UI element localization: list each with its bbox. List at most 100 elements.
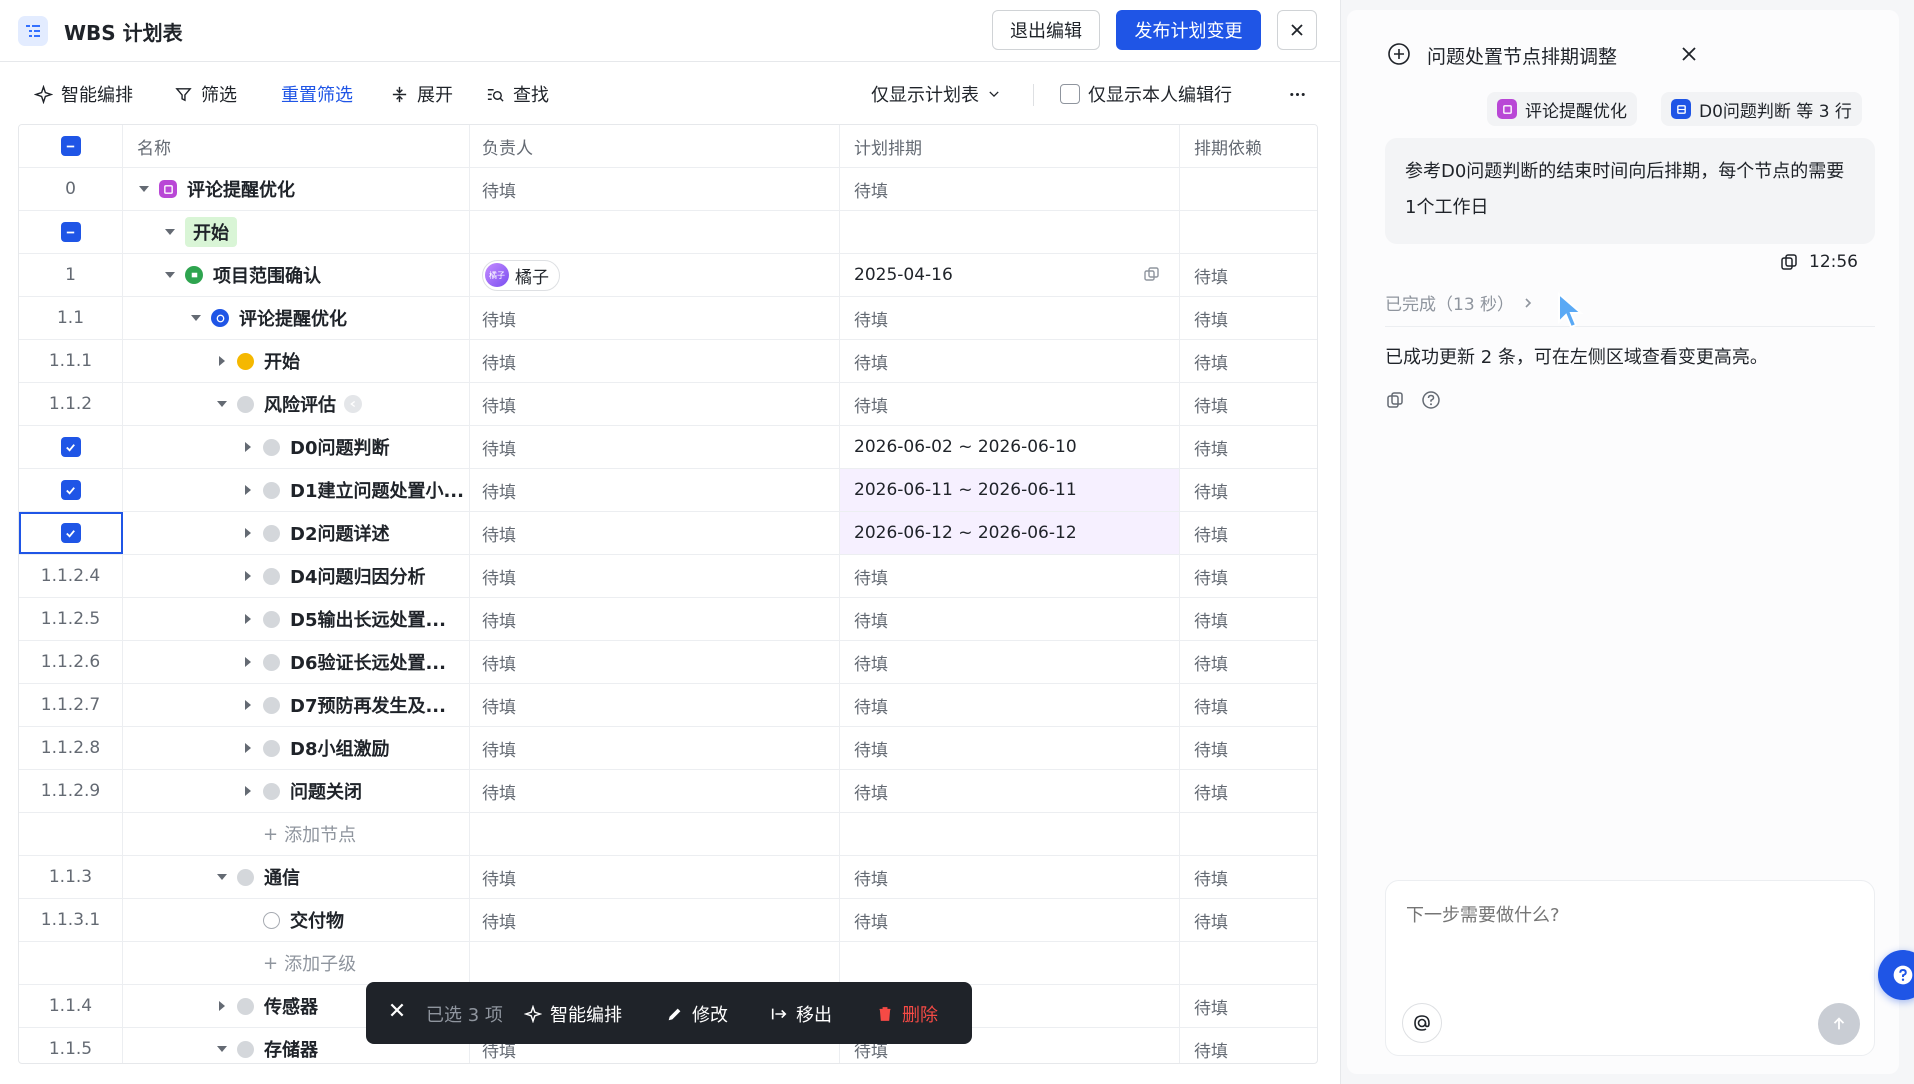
row-plan-changed[interactable]: 2026-06-12 ~ 2026-06-12 xyxy=(840,512,1180,554)
row-dependency[interactable]: 待填 xyxy=(1180,899,1317,941)
row-name-cell[interactable]: D0问题判断 xyxy=(123,426,470,468)
help-icon[interactable] xyxy=(1421,390,1441,410)
row-name-cell[interactable]: D2问题详述 xyxy=(123,512,470,554)
table-row[interactable]: 1.1.1 开始 待填 待填 待填 xyxy=(19,340,1317,383)
table-row[interactable]: 1.1.2.5 D5输出长远处置... 待填 待填 待填 xyxy=(19,598,1317,641)
row-select-cell[interactable] xyxy=(19,426,123,468)
row-dependency[interactable]: 待填 xyxy=(1180,770,1317,812)
row-checkbox-checked[interactable] xyxy=(60,480,81,500)
row-name-cell[interactable]: 风险评估 xyxy=(123,383,470,425)
row-owner[interactable]: 待填 xyxy=(470,856,840,898)
row-dependency[interactable]: 待填 xyxy=(1180,684,1317,726)
caret-right-icon[interactable] xyxy=(241,698,255,712)
table-row[interactable]: 1.1.2.7 D7预防再发生及... 待填 待填 待填 xyxy=(19,684,1317,727)
more-button[interactable] xyxy=(1288,82,1307,106)
select-all-checkbox[interactable] xyxy=(60,136,81,156)
table-row[interactable]: 开始 xyxy=(19,211,1317,254)
send-button[interactable] xyxy=(1818,1003,1860,1045)
row-plan[interactable]: 2025-04-16 xyxy=(840,254,1180,296)
row-name-cell[interactable]: D4问题归因分析 xyxy=(123,555,470,597)
row-name-cell[interactable]: D8小组激励 xyxy=(123,727,470,769)
row-partial-checkbox[interactable] xyxy=(60,222,81,242)
row-select-cell[interactable] xyxy=(19,512,123,554)
column-header-plan[interactable]: 计划排期 xyxy=(840,125,1180,167)
row-dependency[interactable]: 待填 xyxy=(1180,555,1317,597)
close-icon[interactable] xyxy=(1679,44,1699,64)
row-select-cell[interactable] xyxy=(19,469,123,511)
context-chip-project[interactable]: 评论提醒优化 xyxy=(1487,92,1637,126)
row-owner[interactable]: 待填 xyxy=(470,770,840,812)
row-owner[interactable]: 待填 xyxy=(470,512,840,554)
row-plan[interactable]: 待填 xyxy=(840,856,1180,898)
close-button[interactable] xyxy=(1277,10,1317,50)
column-header-dependency[interactable]: 排期依赖 xyxy=(1180,125,1317,167)
row-plan[interactable]: 待填 xyxy=(840,168,1180,210)
add-node-button[interactable]: + 添加节点 xyxy=(123,813,470,855)
add-child-button[interactable]: + 添加子级 xyxy=(123,942,470,984)
table-row[interactable]: 1 项目范围确认 橘子 橘子 2025-04-16 待填 xyxy=(19,254,1317,297)
publish-plan-change-button[interactable]: 发布计划变更 xyxy=(1116,10,1261,50)
row-plan[interactable]: 待填 xyxy=(840,727,1180,769)
caret-right-icon[interactable] xyxy=(241,612,255,626)
row-name-cell[interactable]: 问题关闭 xyxy=(123,770,470,812)
find-button[interactable]: 查找 xyxy=(486,82,549,106)
only-mine-checkbox[interactable] xyxy=(1060,84,1080,104)
new-chat-icon[interactable] xyxy=(1387,42,1411,66)
caret-right-icon[interactable] xyxy=(241,526,255,540)
caret-down-icon[interactable] xyxy=(215,397,229,411)
row-select-cell[interactable] xyxy=(19,211,123,253)
row-dependency[interactable]: 待填 xyxy=(1180,297,1317,339)
column-header-owner[interactable]: 负责人 xyxy=(470,125,840,167)
row-dependency[interactable]: 待填 xyxy=(1180,383,1317,425)
context-chip-rows[interactable]: D0问题判断 等 3 行 xyxy=(1661,92,1862,126)
caret-down-icon[interactable] xyxy=(163,225,177,239)
batch-move-out-button[interactable]: 移出 xyxy=(770,1001,832,1027)
chat-input-box[interactable] xyxy=(1385,880,1875,1056)
caret-down-icon[interactable] xyxy=(189,311,203,325)
row-dependency[interactable]: 待填 xyxy=(1180,340,1317,382)
copy-icon[interactable] xyxy=(1779,252,1799,272)
caret-down-icon[interactable] xyxy=(137,182,151,196)
owner-chip[interactable]: 橘子 橘子 xyxy=(482,259,560,291)
row-owner[interactable]: 待填 xyxy=(470,598,840,640)
row-owner[interactable]: 待填 xyxy=(470,684,840,726)
row-owner[interactable] xyxy=(470,211,840,253)
link-icon[interactable] xyxy=(344,395,362,413)
caret-right-icon[interactable] xyxy=(241,569,255,583)
row-plan[interactable]: 待填 xyxy=(840,899,1180,941)
row-plan[interactable]: 待填 xyxy=(840,383,1180,425)
table-row[interactable]: 1.1.3 通信 待填 待填 待填 xyxy=(19,856,1317,899)
row-dependency[interactable] xyxy=(1180,211,1317,253)
row-dependency[interactable]: 待填 xyxy=(1180,727,1317,769)
row-plan[interactable]: 待填 xyxy=(840,297,1180,339)
row-dependency[interactable]: 待填 xyxy=(1180,1028,1317,1063)
row-owner[interactable]: 待填 xyxy=(470,641,840,683)
chat-input[interactable] xyxy=(1406,905,1846,926)
table-row[interactable]: 1.1 评论提醒优化 待填 待填 待填 xyxy=(19,297,1317,340)
row-dependency[interactable]: 待填 xyxy=(1180,426,1317,468)
row-plan[interactable] xyxy=(840,211,1180,253)
mention-button[interactable] xyxy=(1402,1003,1442,1043)
copy-icon[interactable] xyxy=(1385,390,1405,410)
batch-smart-schedule-button[interactable]: 智能编排 xyxy=(524,1001,622,1027)
row-checkbox-checked[interactable] xyxy=(60,437,81,457)
row-plan[interactable]: 2026-06-02 ~ 2026-06-10 xyxy=(840,426,1180,468)
row-dependency[interactable]: 待填 xyxy=(1180,985,1317,1027)
row-name-cell[interactable]: D1建立问题处置小... xyxy=(123,469,470,511)
view-select[interactable]: 仅显示计划表 xyxy=(871,82,1001,106)
select-all-cell[interactable] xyxy=(19,125,123,167)
caret-right-icon[interactable] xyxy=(241,741,255,755)
table-row[interactable]: 1.1.2.9 问题关闭 待填 待填 待填 xyxy=(19,770,1317,813)
reset-filter-button[interactable]: 重置筛选 xyxy=(281,82,353,106)
add-child-link[interactable]: + 添加子级 xyxy=(263,950,356,976)
table-row[interactable]: 1.1.2.6 D6验证长远处置... 待填 待填 待填 xyxy=(19,641,1317,684)
row-plan[interactable]: 待填 xyxy=(840,598,1180,640)
row-owner[interactable]: 待填 xyxy=(470,426,840,468)
caret-right-icon[interactable] xyxy=(241,655,255,669)
row-owner[interactable]: 待填 xyxy=(470,340,840,382)
row-dependency[interactable]: 待填 xyxy=(1180,641,1317,683)
caret-right-icon[interactable] xyxy=(215,354,229,368)
table-row[interactable]: 1.1.2 风险评估 待填 待填 待填 xyxy=(19,383,1317,426)
caret-right-icon[interactable] xyxy=(215,999,229,1013)
row-plan[interactable]: 待填 xyxy=(840,684,1180,726)
